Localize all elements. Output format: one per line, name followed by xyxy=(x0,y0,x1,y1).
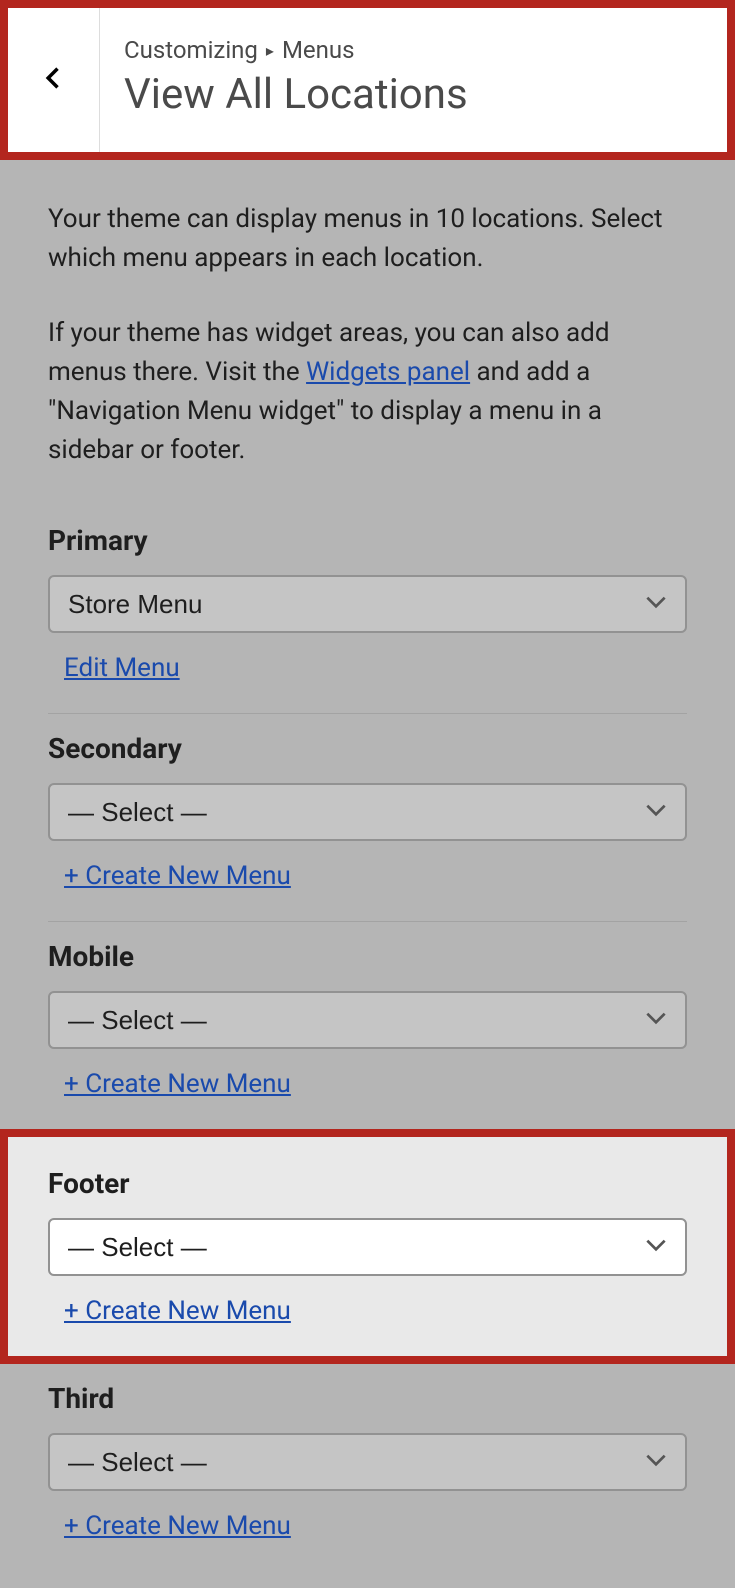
caret-right-icon: ▸ xyxy=(266,41,274,60)
location-third: Third — Select — + Create New Menu xyxy=(48,1364,687,1571)
menu-select-third[interactable]: — Select — xyxy=(48,1433,687,1491)
body-content: Your theme can display menus in 10 locat… xyxy=(0,160,735,1571)
create-new-menu-link[interactable]: + Create New Menu xyxy=(48,861,291,891)
location-label-footer: Footer xyxy=(48,1167,687,1200)
description-2: If your theme has widget areas, you can … xyxy=(48,314,687,470)
breadcrumb-parent: Customizing xyxy=(124,36,258,64)
location-secondary: Secondary — Select — + Create New Menu xyxy=(48,714,687,922)
create-new-menu-link[interactable]: + Create New Menu xyxy=(48,1069,291,1099)
edit-menu-link[interactable]: Edit Menu xyxy=(48,653,180,683)
menu-select-mobile[interactable]: — Select — xyxy=(48,991,687,1049)
back-button[interactable] xyxy=(8,8,100,152)
menu-select-footer[interactable]: — Select — xyxy=(48,1218,687,1276)
location-label-mobile: Mobile xyxy=(48,940,687,973)
select-wrapper: Store Menu xyxy=(48,575,687,633)
description-1: Your theme can display menus in 10 locat… xyxy=(48,200,687,278)
select-wrapper: — Select — xyxy=(48,1433,687,1491)
breadcrumb-current: Menus xyxy=(282,36,355,64)
create-new-menu-link[interactable]: + Create New Menu xyxy=(48,1296,291,1326)
location-footer: Footer — Select — + Create New Menu xyxy=(0,1129,735,1364)
location-label-primary: Primary xyxy=(48,524,687,557)
location-label-secondary: Secondary xyxy=(48,732,687,765)
menu-select-primary[interactable]: Store Menu xyxy=(48,575,687,633)
header-panel: Customizing ▸ Menus View All Locations xyxy=(0,0,735,160)
chevron-left-icon xyxy=(40,64,68,96)
select-wrapper: — Select — xyxy=(48,1218,687,1276)
header-content: Customizing ▸ Menus View All Locations xyxy=(100,8,492,152)
breadcrumb: Customizing ▸ Menus xyxy=(124,36,468,64)
location-label-third: Third xyxy=(48,1382,687,1415)
location-primary: Primary Store Menu Edit Menu xyxy=(48,506,687,714)
widgets-panel-link[interactable]: Widgets panel xyxy=(306,357,470,387)
location-mobile: Mobile — Select — + Create New Menu xyxy=(48,922,687,1129)
page-title: View All Locations xyxy=(124,72,468,118)
select-wrapper: — Select — xyxy=(48,991,687,1049)
select-wrapper: — Select — xyxy=(48,783,687,841)
menu-select-secondary[interactable]: — Select — xyxy=(48,783,687,841)
create-new-menu-link[interactable]: + Create New Menu xyxy=(48,1511,291,1541)
